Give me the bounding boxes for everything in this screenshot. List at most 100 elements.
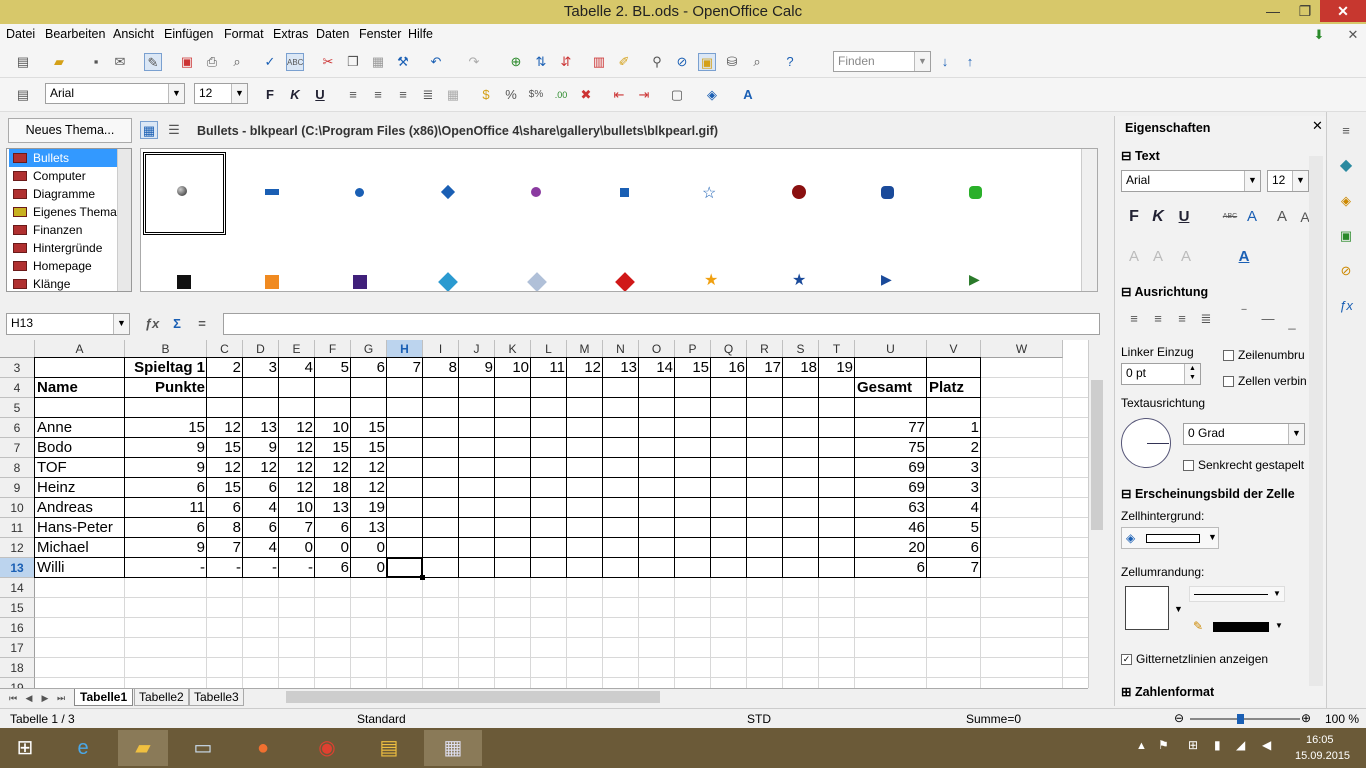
cell-e10[interactable]: 10 <box>279 498 315 518</box>
chevron-down-icon[interactable]: ▼ <box>231 84 247 103</box>
theme-item-diagramme[interactable]: Diagramme <box>9 185 117 203</box>
line-style-dropdown[interactable]: ▼ <box>1189 586 1285 602</box>
cell-d11[interactable]: 6 <box>243 518 279 538</box>
cell-u8[interactable]: 69 <box>855 458 927 478</box>
cell-a11[interactable]: Hans-Peter <box>35 518 125 538</box>
cell-t3[interactable]: 19 <box>819 358 855 378</box>
cell-background-dropdown[interactable]: ◈ ▼ <box>1121 527 1219 549</box>
column-header-t[interactable]: T <box>819 340 855 358</box>
delete-decimal-icon[interactable]: ✖ <box>577 86 595 104</box>
cell-f6[interactable]: 10 <box>315 418 351 438</box>
find-next-icon[interactable]: ↓ <box>936 53 954 71</box>
column-header-q[interactable]: Q <box>711 340 747 358</box>
text-section-header[interactable]: ⊟ Text <box>1121 148 1160 163</box>
purple-bullet[interactable] <box>531 187 541 197</box>
chevron-down-icon[interactable]: ▼ <box>914 52 930 71</box>
help-icon[interactable]: ? <box>781 53 799 71</box>
cell-c7[interactable]: 15 <box>207 438 243 458</box>
column-header-m[interactable]: M <box>567 340 603 358</box>
cell-j3[interactable]: 9 <box>459 358 495 378</box>
theme-list[interactable]: Bullets Computer Diagramme Eigenes Thema… <box>6 148 132 292</box>
cell-d12[interactable]: 4 <box>243 538 279 558</box>
minimize-button[interactable]: — <box>1258 0 1288 22</box>
row-header-3[interactable]: 3 <box>0 358 35 378</box>
tray-arrow-icon[interactable]: ▲ <box>1136 740 1147 752</box>
menu-ansicht[interactable]: Ansicht <box>113 27 154 41</box>
row-header-14[interactable]: 14 <box>0 578 35 598</box>
copy-icon[interactable]: ❐ <box>344 53 362 71</box>
currency-icon[interactable]: $ <box>477 86 495 104</box>
red-diamond-bullet[interactable] <box>615 272 635 291</box>
cell-e12[interactable]: 0 <box>279 538 315 558</box>
cell-g13[interactable]: 0 <box>351 558 387 578</box>
auto-spellcheck-icon[interactable]: ABC <box>286 53 304 71</box>
new-theme-button[interactable]: Neues Thema... <box>8 118 132 143</box>
menu-hilfe[interactable]: Hilfe <box>408 27 433 41</box>
cell-v10[interactable]: 4 <box>927 498 981 518</box>
cell-c10[interactable]: 6 <box>207 498 243 518</box>
sidebar-align-left-icon[interactable]: ≡ <box>1125 310 1143 328</box>
cell-a7[interactable]: Bodo <box>35 438 125 458</box>
align-right-icon[interactable]: ≡ <box>394 86 412 104</box>
column-header-b[interactable]: B <box>125 340 207 358</box>
cell-k3[interactable]: 10 <box>495 358 531 378</box>
cell-f3[interactable]: 5 <box>315 358 351 378</box>
sidebar-font-color-icon[interactable]: A <box>1235 248 1253 266</box>
cut-icon[interactable]: ✂ <box>319 53 337 71</box>
restore-button[interactable]: ❐ <box>1290 0 1320 22</box>
highlight-icon[interactable]: A <box>1125 248 1143 266</box>
column-header-a[interactable]: A <box>35 340 125 358</box>
chevron-down-icon[interactable]: ▼ <box>113 314 129 334</box>
page-preview-icon[interactable]: ⌕ <box>228 53 246 71</box>
cell-v6[interactable]: 1 <box>927 418 981 438</box>
column-header-p[interactable]: P <box>675 340 711 358</box>
justify-icon[interactable]: ≣ <box>419 86 437 104</box>
lenovo-icon[interactable]: ▭ <box>178 730 228 766</box>
menu-einfuegen[interactable]: Einfügen <box>164 27 213 41</box>
number-format-section-header[interactable]: ⊞ Zahlenformat <box>1121 684 1214 699</box>
spinner-icon[interactable]: ▲ ▼ <box>1184 364 1200 384</box>
orange-square-bullet[interactable] <box>265 275 279 289</box>
last-sheet-icon[interactable]: ⏭ <box>52 689 70 707</box>
hyperlink-icon[interactable]: ⊕ <box>507 53 525 71</box>
cell-e11[interactable]: 7 <box>279 518 315 538</box>
blue-cube-bullet[interactable] <box>620 188 629 197</box>
row-header-19[interactable]: 19 <box>0 678 35 688</box>
font-color-icon[interactable]: A <box>739 86 757 104</box>
align-left-icon[interactable]: ≡ <box>344 86 362 104</box>
windows-icon[interactable]: ⊞ <box>1188 738 1198 752</box>
menu-daten[interactable]: Daten <box>316 27 349 41</box>
cell-c8[interactable]: 12 <box>207 458 243 478</box>
cell-u12[interactable]: 20 <box>855 538 927 558</box>
cell-b8[interactable]: 9 <box>125 458 207 478</box>
undo-icon[interactable]: ↶ <box>427 53 445 71</box>
chevron-down-icon[interactable]: ▼ <box>1292 171 1308 191</box>
navigator-tab-icon[interactable]: ⊘ <box>1337 262 1355 280</box>
cell-u9[interactable]: 69 <box>855 478 927 498</box>
sidebar-font-size[interactable]: 12 ▼ <box>1267 170 1309 192</box>
new-icon[interactable]: ▤ <box>14 53 32 71</box>
sidebar-align-center-icon[interactable]: ≡ <box>1149 310 1167 328</box>
row-header-5[interactable]: 5 <box>0 398 35 418</box>
horizontal-scroll-thumb[interactable] <box>286 691 660 703</box>
align-top-icon[interactable]: ‾ <box>1235 306 1253 324</box>
cell-g11[interactable]: 13 <box>351 518 387 538</box>
cell-c6[interactable]: 12 <box>207 418 243 438</box>
preview-scrollbar[interactable] <box>1081 149 1097 291</box>
cell-f8[interactable]: 12 <box>315 458 351 478</box>
pdf-icon[interactable]: ▣ <box>178 53 196 71</box>
borders-icon[interactable]: ▢ <box>668 86 686 104</box>
column-header-l[interactable]: L <box>531 340 567 358</box>
cell-e8[interactable]: 12 <box>279 458 315 478</box>
align-section-header[interactable]: ⊟ Ausrichtung <box>1121 284 1208 299</box>
blue-pearl-bullet[interactable] <box>355 188 364 197</box>
blue-star-outline-bullet[interactable]: ☆ <box>702 183 716 203</box>
spellcheck-icon[interactable]: ✓ <box>261 53 279 71</box>
cell-a9[interactable]: Heinz <box>35 478 125 498</box>
cell-d6[interactable]: 13 <box>243 418 279 438</box>
detail-view-icon[interactable]: ☰ <box>165 121 183 139</box>
chevron-down-icon[interactable]: ▼ <box>1174 604 1183 614</box>
network-icon[interactable]: ◢ <box>1236 738 1245 752</box>
row-header-10[interactable]: 10 <box>0 498 35 518</box>
row-header-4[interactable]: 4 <box>0 378 35 398</box>
